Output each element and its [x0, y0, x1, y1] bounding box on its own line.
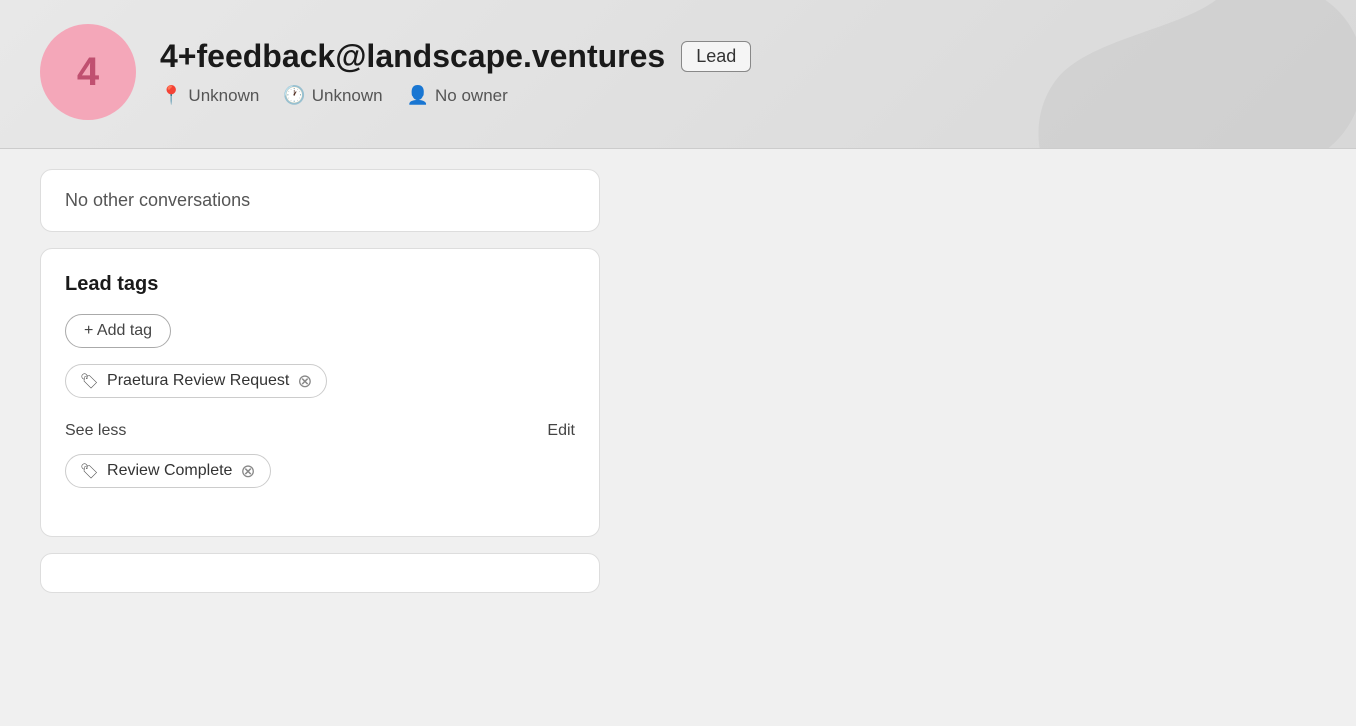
lead-tags-card: Lead tags + Add tag 🏷 Praetura Review Re…	[40, 248, 600, 537]
owner-meta: 👤 No owner	[407, 85, 508, 106]
location-text: Unknown	[188, 86, 259, 106]
owner-icon: 👤	[407, 85, 429, 106]
tag-review-complete: 🏷 Review Complete ⊗	[65, 454, 271, 488]
tag-icon-praetura: 🏷	[80, 372, 99, 390]
avatar: 4	[40, 24, 136, 120]
avatar-number: 4	[77, 50, 99, 95]
bottom-card	[40, 553, 600, 593]
see-less-button[interactable]: See less	[65, 422, 126, 440]
contact-header: 4 4+feedback@landscape.ventures Lead 📍 U…	[0, 0, 1356, 149]
conversations-card: No other conversations	[40, 169, 600, 232]
tag-remove-praetura[interactable]: ⊗	[297, 372, 312, 390]
location-icon: 📍	[160, 85, 182, 106]
tag-praetura-review: 🏷 Praetura Review Request ⊗	[65, 364, 327, 398]
tag-icon-review: 🏷	[80, 462, 99, 480]
add-tag-label: + Add tag	[84, 322, 152, 340]
location-meta: 📍 Unknown	[160, 85, 259, 106]
header-info: 4+feedback@landscape.ventures Lead 📍 Unk…	[160, 38, 751, 106]
tag-row-praetura: 🏷 Praetura Review Request ⊗	[65, 364, 575, 414]
edit-button[interactable]: Edit	[547, 422, 575, 440]
tag-row-review: 🏷 Review Complete ⊗	[65, 454, 575, 504]
tag-remove-review[interactable]: ⊗	[240, 462, 255, 480]
time-icon: 🕐	[283, 85, 305, 106]
no-conversations-text: No other conversations	[65, 190, 250, 210]
time-meta: 🕐 Unknown	[283, 85, 382, 106]
lead-badge: Lead	[681, 41, 751, 72]
owner-text: No owner	[435, 86, 508, 106]
tag-label-praetura: Praetura Review Request	[107, 372, 289, 390]
header-title-row: 4+feedback@landscape.ventures Lead	[160, 38, 751, 75]
tag-label-review: Review Complete	[107, 462, 232, 480]
contact-email: 4+feedback@landscape.ventures	[160, 38, 665, 75]
see-less-row: See less Edit	[65, 422, 575, 440]
main-content: No other conversations Lead tags + Add t…	[0, 149, 1356, 613]
time-text: Unknown	[312, 86, 383, 106]
add-tag-button[interactable]: + Add tag	[65, 314, 171, 348]
lead-tags-title: Lead tags	[65, 273, 575, 296]
header-meta: 📍 Unknown 🕐 Unknown 👤 No owner	[160, 85, 751, 106]
add-tag-container: + Add tag	[65, 314, 575, 364]
